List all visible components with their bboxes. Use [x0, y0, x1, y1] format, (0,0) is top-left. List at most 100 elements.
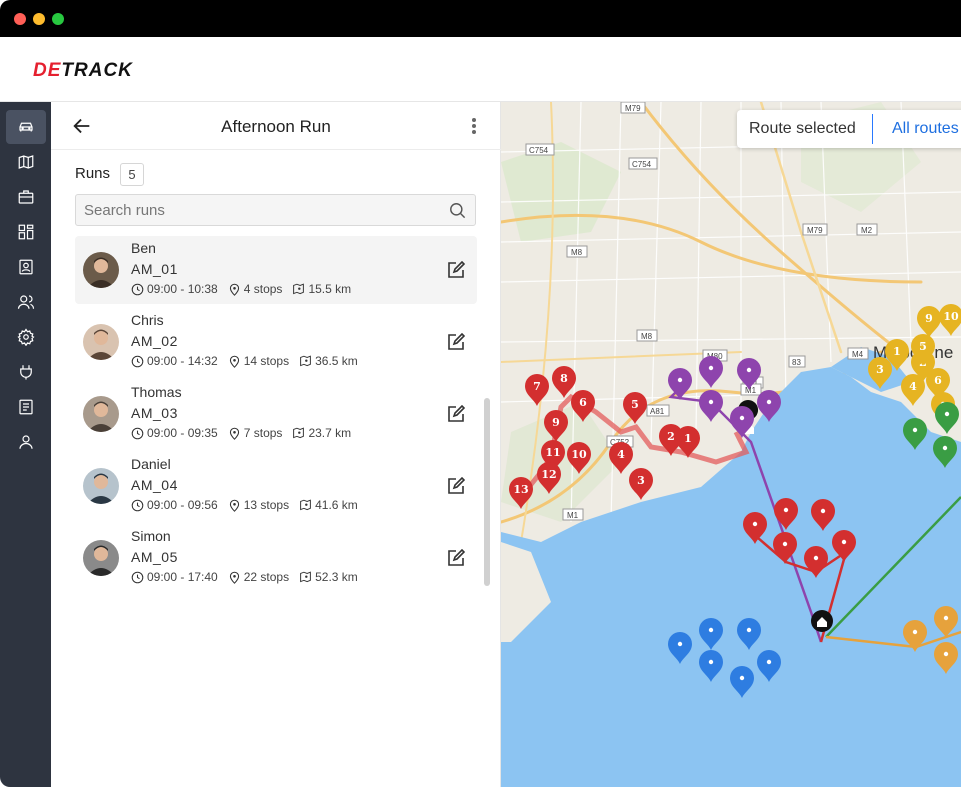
minimize-window-button[interactable] — [33, 13, 45, 25]
run-meta: 09:00 - 09:56 13 stops 41.6 km — [131, 498, 358, 512]
route-selected-button[interactable]: Route selected — [749, 120, 856, 138]
map-canvas[interactable]: M79 C754 C754 M79 M2 M8 M8 M80 M1 M4 M1 … — [501, 102, 961, 787]
run-list-scrollbar[interactable] — [484, 398, 490, 586]
run-stops: 4 stops — [243, 282, 283, 296]
clock-icon — [131, 571, 144, 583]
svg-text:M1: M1 — [567, 511, 579, 520]
depot-marker[interactable] — [811, 610, 833, 632]
detrack-logo[interactable]: DETRACK — [33, 60, 133, 82]
svg-text:M79: M79 — [625, 104, 641, 113]
edit-icon[interactable] — [447, 549, 465, 567]
svg-text:10: 10 — [571, 448, 587, 461]
run-time: 09:00 - 10:38 — [147, 282, 218, 296]
driver-avatar — [83, 540, 119, 576]
run-distance: 15.5 km — [308, 282, 352, 296]
clock-icon — [131, 355, 144, 367]
nav-profile[interactable] — [6, 425, 46, 459]
run-time: 09:00 - 09:35 — [147, 426, 218, 440]
document-icon — [19, 399, 33, 415]
run-list-item[interactable]: Ben AM_01 09:00 - 10:38 4 stops 15.5 km — [75, 236, 477, 304]
run-time: 09:00 - 09:56 — [147, 498, 218, 512]
location-pin-icon — [229, 427, 239, 440]
run-code: AM_01 — [131, 261, 178, 277]
runs-count-badge: 5 — [120, 163, 144, 186]
clock-icon — [131, 427, 144, 439]
panel-header: Afternoon Run — [51, 102, 501, 150]
run-code: AM_05 — [131, 549, 178, 565]
svg-text:1: 1 — [893, 345, 901, 358]
page-title: Afternoon Run — [221, 117, 331, 136]
route-distance-icon — [300, 499, 311, 510]
dashboard-icon — [18, 224, 34, 240]
svg-text:2: 2 — [667, 430, 675, 443]
nav-settings[interactable] — [6, 320, 46, 354]
run-stops: 13 stops — [243, 498, 290, 512]
window-titlebar — [0, 0, 961, 37]
driver-name: Thomas — [131, 384, 182, 400]
run-distance: 36.5 km — [315, 354, 358, 368]
svg-text:6: 6 — [934, 374, 942, 387]
driver-name: Simon — [131, 528, 171, 544]
route-distance-icon — [300, 355, 311, 366]
svg-text:M1: M1 — [745, 386, 757, 395]
route-distance-icon — [293, 283, 305, 294]
run-list-item[interactable]: Daniel AM_04 09:00 - 09:56 13 stops 41.6 km — [75, 452, 477, 520]
svg-text:10: 10 — [943, 310, 959, 323]
run-list-item[interactable]: Chris AM_02 09:00 - 14:32 14 stops 36.5 km — [75, 308, 477, 376]
run-code: AM_03 — [131, 405, 178, 421]
svg-text:C754: C754 — [529, 146, 549, 155]
run-list-item[interactable]: Thomas AM_03 09:00 - 09:35 7 stops 23.7 km — [75, 380, 477, 448]
nav-vehicles[interactable] — [6, 110, 46, 144]
nav-contacts[interactable] — [6, 250, 46, 284]
svg-text:83: 83 — [792, 358, 801, 367]
run-stops: 7 stops — [243, 426, 283, 440]
svg-text:12: 12 — [541, 468, 556, 481]
map-icon — [18, 155, 34, 169]
briefcase-icon — [18, 190, 34, 204]
edit-icon[interactable] — [447, 261, 465, 279]
run-meta: 09:00 - 09:35 7 stops 23.7 km — [131, 426, 351, 440]
svg-text:11: 11 — [545, 446, 560, 459]
run-meta: 09:00 - 10:38 4 stops 15.5 km — [131, 282, 351, 296]
search-input[interactable] — [76, 195, 436, 225]
run-code: AM_02 — [131, 333, 178, 349]
run-stops: 14 stops — [243, 354, 290, 368]
vehicle-icon — [19, 122, 33, 132]
maximize-window-button[interactable] — [52, 13, 64, 25]
svg-text:3: 3 — [876, 363, 884, 376]
run-meta: 09:00 - 14:32 14 stops 36.5 km — [131, 354, 358, 368]
close-window-button[interactable] — [14, 13, 26, 25]
svg-text:7: 7 — [533, 380, 541, 393]
more-options-icon[interactable] — [469, 116, 479, 138]
driver-avatar — [83, 252, 119, 288]
svg-text:M2: M2 — [861, 226, 873, 235]
edit-icon[interactable] — [447, 477, 465, 495]
nav-integrations[interactable] — [6, 355, 46, 389]
logo-accent: DE — [33, 60, 62, 81]
svg-text:1: 1 — [684, 432, 692, 445]
svg-text:5: 5 — [919, 340, 927, 353]
nav-reports[interactable] — [6, 390, 46, 424]
run-time: 09:00 - 17:40 — [147, 570, 218, 584]
search-icon[interactable] — [448, 201, 467, 220]
run-distance: 52.3 km — [315, 570, 358, 584]
profile-icon — [19, 435, 33, 449]
runs-panel: Afternoon Run Runs 5 Ben AM_01 09:00 - 10:… — [51, 102, 501, 787]
all-routes-button[interactable]: All routes — [892, 120, 959, 138]
nav-users[interactable] — [6, 285, 46, 319]
svg-text:4: 4 — [617, 448, 625, 461]
driver-avatar — [83, 324, 119, 360]
edit-icon[interactable] — [447, 333, 465, 351]
location-pin-icon — [229, 499, 239, 512]
svg-text:9: 9 — [925, 312, 933, 325]
nav-dashboard[interactable] — [6, 215, 46, 249]
nav-jobs[interactable] — [6, 180, 46, 214]
run-list-item[interactable]: Simon AM_05 09:00 - 17:40 22 stops 52.3 km — [75, 524, 477, 592]
location-pin-icon — [229, 571, 239, 584]
run-stops: 22 stops — [243, 570, 290, 584]
nav-map[interactable] — [6, 145, 46, 179]
route-map[interactable]: M79 C754 C754 M79 M2 M8 M8 M80 M1 M4 M1 … — [501, 102, 961, 787]
edit-icon[interactable] — [447, 405, 465, 423]
route-distance-icon — [300, 571, 311, 582]
users-icon — [17, 295, 35, 309]
